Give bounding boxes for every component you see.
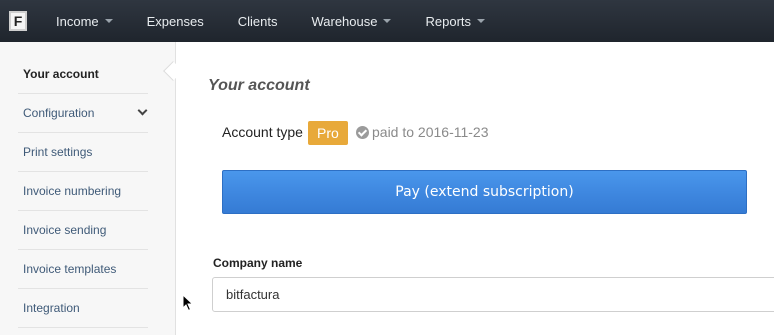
sidebar-item-label: Configuration [23,106,95,120]
sidebar-item-label: Your account [23,67,99,81]
nav-reports[interactable]: Reports [408,0,502,42]
sidebar-item-invoice-templates[interactable]: Invoice templates [18,250,148,289]
page-title: Your account [208,77,310,94]
nav-clients[interactable]: Clients [221,0,295,42]
sidebar-item-your-account[interactable]: Your account [18,55,148,94]
company-name-label: Company name [213,256,303,270]
sidebar-item-label: Invoice sending [23,223,107,237]
sidebar-item-label: Print settings [23,145,93,159]
nav-expenses-label: Expenses [146,13,204,29]
nav-income-label: Income [56,13,99,29]
plan-badge: Pro [308,121,348,145]
mouse-cursor-icon [182,294,194,312]
app-logo[interactable]: F [9,11,27,31]
settings-sidebar: Your account Configuration Print setting… [0,42,183,335]
nav-clients-label: Clients [237,13,278,29]
chevron-down-icon[interactable] [137,105,148,116]
nav-warehouse[interactable]: Warehouse [294,0,408,42]
active-indicator-notch [163,61,183,81]
sidebar-item-label: Invoice templates [23,262,117,276]
pay-button-label: Pay (extend subscription) [395,184,574,200]
nav-income[interactable]: Income [39,0,130,42]
sidebar-item-label: Integration [23,301,80,315]
sidebar-item-integration[interactable]: Integration [18,289,148,328]
sidebar-item-invoice-sending[interactable]: Invoice sending [18,211,148,250]
paid-until-text: paid to 2016-11-23 [372,124,489,140]
caret-down-icon [383,19,392,23]
sidebar-item-label: Invoice numbering [23,184,122,198]
account-type-label: Account type [222,124,303,140]
sidebar-item-invoice-numbering[interactable]: Invoice numbering [18,172,148,211]
nav-reports-label: Reports [425,13,472,29]
nav-warehouse-label: Warehouse [311,13,378,29]
sidebar-item-configuration[interactable]: Configuration [18,94,148,133]
check-circle-icon [356,126,369,139]
caret-down-icon [477,19,486,23]
sidebar-item-print-settings[interactable]: Print settings [18,133,148,172]
top-navbar: F Income Expenses Clients Warehouse Repo… [0,0,774,42]
nav-expenses[interactable]: Expenses [130,0,221,42]
pay-extend-subscription-button[interactable]: Pay (extend subscription) [222,170,747,214]
company-name-input[interactable] [212,277,774,312]
caret-down-icon [104,19,113,23]
